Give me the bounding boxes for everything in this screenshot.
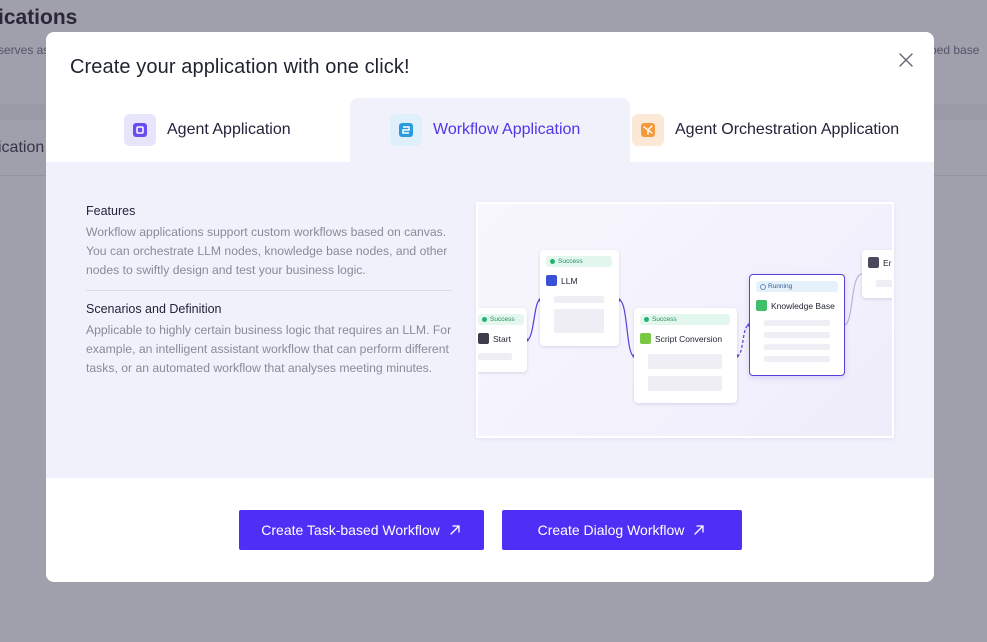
workflow-node-start: Success Start [478, 308, 527, 372]
placeholder-bar [554, 296, 604, 303]
background-page-subtitle-right: ped base [930, 43, 980, 57]
workflow-node-knowledge-base: Running Knowledge Base [749, 274, 845, 376]
llm-node-icon [546, 275, 557, 286]
modal-footer: Create Task-based Workflow Create Dialog… [46, 510, 934, 550]
node-start-label: Start [493, 333, 511, 344]
tab-agent-orchestration-application[interactable]: Agent Orchestration Application [632, 98, 899, 162]
node-status-badge: Success [478, 314, 524, 325]
orchestration-icon [632, 114, 664, 146]
node-title: LLM [546, 275, 578, 286]
placeholder-bar [764, 344, 830, 350]
features-text: Workflow applications support custom wor… [86, 225, 448, 277]
background-page-title: ications [0, 6, 78, 29]
create-application-modal: Create your application with one click! … [46, 32, 934, 582]
create-dialog-workflow-button[interactable]: Create Dialog Workflow [501, 510, 742, 550]
features-heading: Features [86, 204, 136, 218]
workflow-preview-illustration: Success Start Success LLM Success Script… [476, 202, 894, 438]
workflow-icon [390, 114, 422, 146]
workflow-description-panel: Features Workflow applications support c… [46, 162, 934, 478]
node-status-badge: Running [756, 281, 838, 292]
node-llm-label: LLM [561, 275, 578, 286]
close-icon [899, 53, 913, 67]
scenarios-heading: Scenarios and Definition [86, 302, 222, 316]
tab-agent-application-label: Agent Application [167, 121, 291, 138]
arrow-up-right-icon [450, 525, 460, 535]
script-node-icon [640, 333, 651, 344]
node-knowledge-base-label: Knowledge Base [771, 300, 835, 311]
create-task-based-workflow-label: Create Task-based Workflow [261, 522, 440, 538]
placeholder-bar [764, 356, 830, 362]
create-dialog-workflow-label: Create Dialog Workflow [537, 522, 685, 538]
close-button[interactable] [896, 50, 916, 70]
tab-workflow-application[interactable]: Workflow Application [350, 98, 630, 162]
scenarios-text: Applicable to highly certain business lo… [86, 323, 452, 375]
description-column: Features Workflow applications support c… [86, 204, 452, 378]
node-title: Start [478, 333, 511, 344]
end-node-icon [868, 257, 879, 268]
node-title: Script Conversion [640, 333, 722, 344]
description-divider [86, 290, 452, 291]
start-node-icon [478, 333, 489, 344]
modal-title: Create your application with one click! [70, 56, 410, 78]
placeholder-block [648, 376, 722, 391]
tab-workflow-application-label: Workflow Application [433, 121, 581, 138]
arrow-up-right-icon [694, 525, 705, 535]
node-status-badge: Success [546, 256, 612, 267]
placeholder-block [554, 309, 604, 333]
placeholder-block [648, 354, 722, 369]
tab-agent-application[interactable]: Agent Application [124, 98, 291, 162]
workflow-node-script-conversion: Success Script Conversion [634, 308, 737, 403]
knowledge-base-node-icon [756, 300, 767, 311]
node-end-label: Er [883, 257, 892, 268]
placeholder-bar [764, 332, 830, 338]
create-task-based-workflow-button[interactable]: Create Task-based Workflow [238, 510, 484, 550]
node-script-conversion-label: Script Conversion [655, 333, 723, 344]
node-title: Knowledge Base [756, 300, 835, 311]
tab-agent-orchestration-application-label: Agent Orchestration Application [675, 121, 900, 138]
placeholder-bar [764, 320, 830, 326]
background-page-subtitle: serves as [0, 43, 50, 57]
workflow-node-llm: Success LLM [540, 250, 619, 346]
agent-icon [124, 114, 156, 146]
node-title: Er [868, 257, 892, 268]
application-type-tabs: Agent Application Workflow Application A… [46, 98, 934, 162]
background-tab-label: ication [0, 139, 45, 156]
workflow-node-end: Er [862, 250, 892, 298]
placeholder-bar [478, 353, 512, 360]
placeholder-bar [876, 280, 892, 287]
node-status-badge: Success [640, 314, 730, 325]
